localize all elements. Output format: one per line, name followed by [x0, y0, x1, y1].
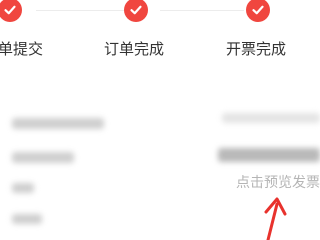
progress-steps: 单提交 订单完成 开票完成: [0, 0, 320, 70]
step-1-label: 单提交: [0, 40, 44, 58]
step-3-check-circle: [246, 0, 270, 22]
blurred-row: [12, 214, 42, 224]
blurred-row: [222, 113, 320, 123]
step-connector: [36, 10, 124, 11]
blurred-row: [12, 152, 74, 163]
step-2-label: 订单完成: [104, 40, 165, 58]
blurred-row: [12, 183, 34, 193]
check-icon: [252, 5, 264, 15]
step-1-check-circle: [0, 0, 22, 22]
step-3-label: 开票完成: [226, 40, 287, 58]
check-icon: [130, 5, 142, 15]
check-icon: [4, 5, 16, 15]
blurred-row: [12, 118, 104, 129]
step-2-check-circle: [124, 0, 148, 22]
step-connector: [160, 10, 244, 11]
annotation-arrow-icon: [264, 197, 287, 240]
blurred-value: [218, 148, 320, 162]
